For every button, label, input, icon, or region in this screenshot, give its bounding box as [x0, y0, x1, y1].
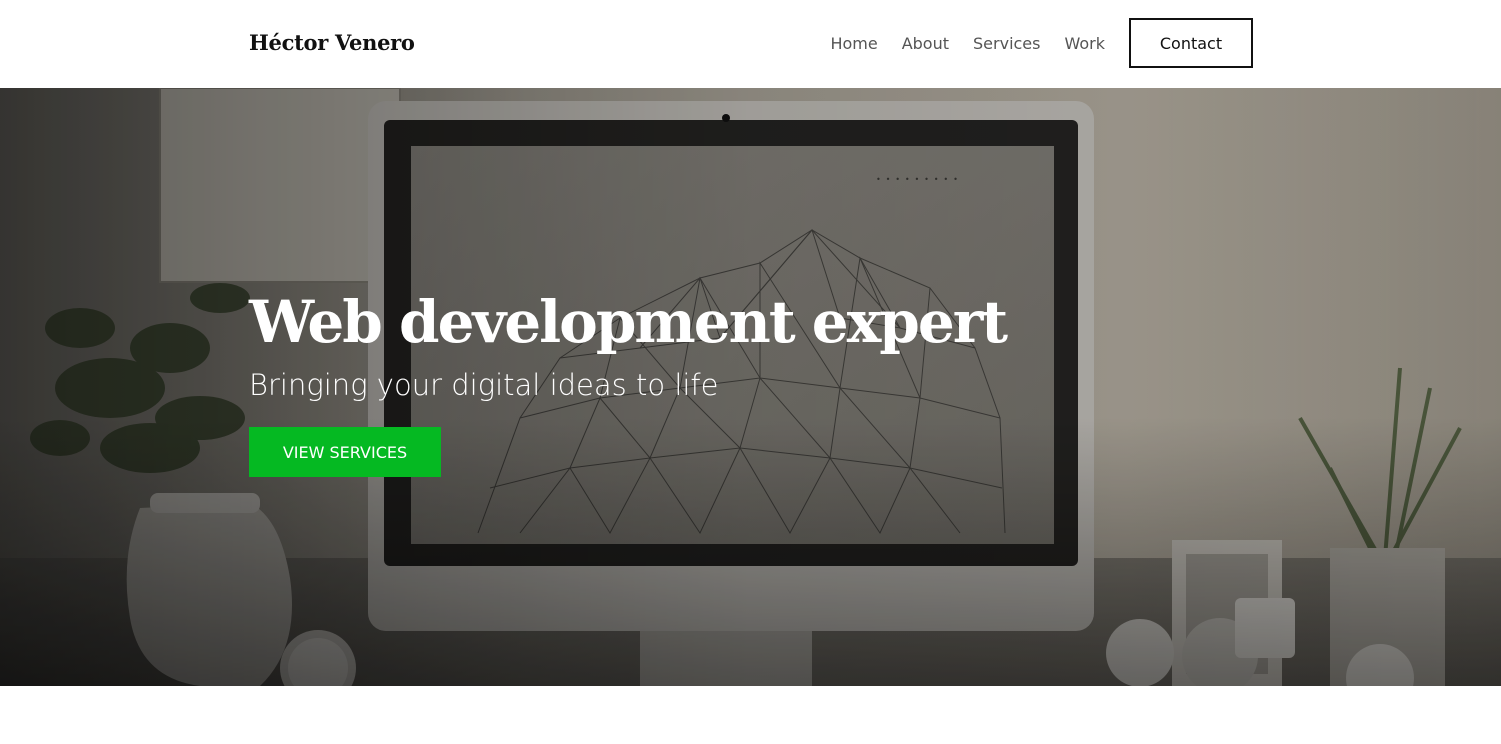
hero-section: • • • • • • • • • [0, 88, 1501, 686]
main-nav: Home About Services Work Contact [806, 18, 1253, 68]
view-services-button[interactable]: VIEW SERVICES [249, 427, 441, 477]
hero-background-image: • • • • • • • • • [0, 88, 1501, 686]
hero-title: Web development expert [249, 288, 1008, 356]
contact-button[interactable]: Contact [1129, 18, 1253, 68]
nav-about[interactable]: About [902, 34, 949, 53]
nav-work[interactable]: Work [1064, 34, 1105, 53]
nav-services[interactable]: Services [973, 34, 1040, 53]
site-header: Héctor Venero Home About Services Work C… [0, 0, 1501, 88]
nav-home[interactable]: Home [830, 34, 877, 53]
site-logo[interactable]: Héctor Venero [249, 30, 415, 55]
hero-subtitle: Bringing your digital ideas to life [249, 368, 719, 402]
